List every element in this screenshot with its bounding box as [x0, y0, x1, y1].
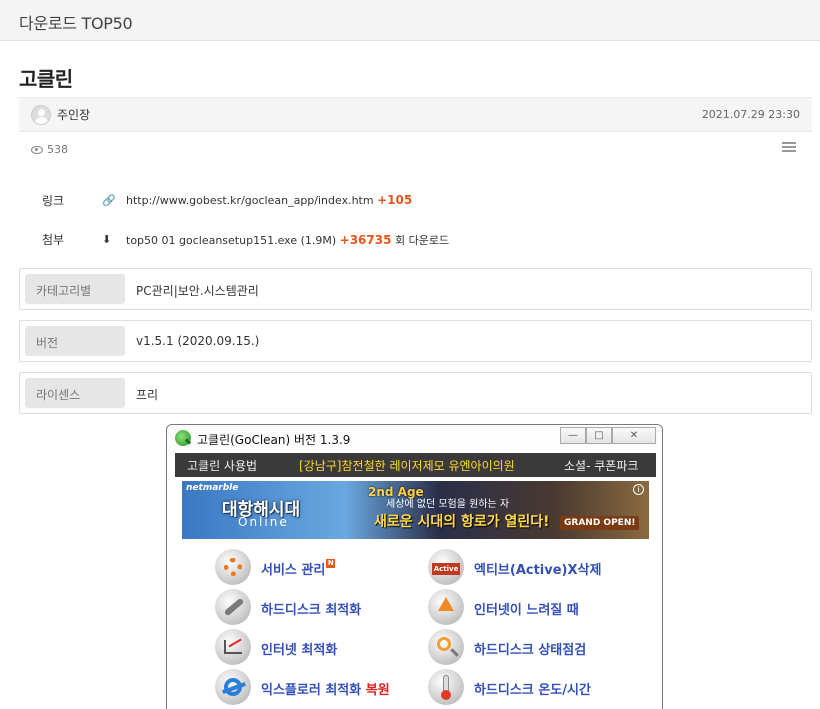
top-header: 다운로드 TOP50	[0, 0, 820, 41]
author-name[interactable]: 주인장	[57, 106, 90, 123]
feature-disk-check[interactable]: 하드디스크 상태점검	[428, 629, 648, 665]
app-menu-bar: 고클린 사용법 [강남구]참전철한 레이저제모 유엔아이의원 소셜- 쿠폰파크	[175, 453, 656, 477]
restore-link[interactable]: 복원	[366, 683, 390, 698]
upload-arrow-icon	[428, 589, 464, 625]
feature-label: 인터넷 최적화	[261, 643, 338, 658]
avatar[interactable]	[31, 105, 51, 125]
property-version: 버전 v1.5.1 (2020.09.15.)	[19, 320, 812, 362]
network-chart-icon	[215, 629, 251, 665]
feature-label: 하드디스크 최적화	[261, 603, 362, 618]
feature-activex-remove[interactable]: Active 엑티브(Active)X삭제	[428, 549, 648, 585]
property-value: 프리	[136, 388, 159, 402]
eye-icon	[31, 145, 43, 154]
page-title: 고클린	[19, 67, 73, 91]
feature-disk-optimize[interactable]: 하드디스크 최적화	[215, 589, 435, 625]
attachment-row: 첨부 ⬇ top50 01 gocleansetup151.exe (1.9M)…	[42, 229, 802, 249]
link-row: 링크 🔗 http://www.gobest.kr/goclean_app/in…	[42, 190, 802, 210]
banner-cta: GRAND OPEN!	[560, 516, 640, 530]
feature-label: 익스플로러 최적화	[261, 683, 362, 698]
feature-label: 하드디스크 온도/시간	[474, 683, 591, 698]
link-label: 링크	[42, 194, 65, 208]
property-license: 라이센스 프리	[19, 372, 812, 414]
feature-disk-temp[interactable]: 하드디스크 온도/시간	[428, 669, 648, 705]
feature-internet-optimize[interactable]: 인터넷 최적화	[215, 629, 435, 665]
ad-banner[interactable]: netmarble 대항해시대 Online 2nd Age 세상에 없던 모험…	[182, 481, 649, 539]
link-count: +105	[377, 193, 413, 207]
feature-service-manage[interactable]: 서비스 관리 N	[215, 549, 435, 585]
author-bar: 주인장 2021.07.29 23:30	[19, 97, 812, 132]
menu-social[interactable]: 소셜- 쿠폰파크	[564, 457, 638, 474]
feature-label: 하드디스크 상태점검	[474, 643, 587, 658]
activex-icon: Active	[428, 549, 464, 585]
header-title[interactable]: 다운로드 TOP50	[19, 10, 133, 34]
feature-label: 엑티브(Active)X삭제	[474, 563, 602, 578]
info-icon[interactable]: i	[633, 484, 644, 495]
thermometer-icon	[428, 669, 464, 705]
property-value: v1.5.1 (2020.09.15.)	[136, 334, 260, 348]
maximize-button[interactable]: □	[586, 427, 612, 444]
menu-usage[interactable]: 고클린 사용법	[187, 457, 257, 474]
property-category: 카테고리별 PC관리|보안.시스템관리	[19, 268, 812, 310]
property-key: 카테고리별	[25, 274, 125, 304]
feature-label: 인터넷이 느려질 때	[474, 603, 579, 618]
feature-ie-optimize[interactable]: 익스플로러 최적화 복원	[215, 669, 435, 705]
download-icon: ⬇	[102, 233, 112, 246]
wrench-icon	[215, 589, 251, 625]
list-icon[interactable]	[782, 142, 796, 154]
attachment-label: 첨부	[42, 233, 65, 247]
feature-label: 서비스 관리	[261, 563, 326, 578]
link-icon: 🔗	[102, 194, 116, 207]
attachment-count: +36735	[339, 233, 392, 247]
menu-ad[interactable]: [강남구]참전철한 레이저제모 유엔아이의원	[299, 457, 515, 474]
new-badge: N	[326, 559, 336, 568]
property-value: PC관리|보안.시스템관리	[136, 284, 259, 298]
banner-slogan-small: 세상에 없던 모험을 원하는 자	[386, 499, 510, 510]
app-screenshot-window: 고클린(GoClean) 버전 1.3.9 — □ ✕ 고클린 사용법 [강남구…	[166, 424, 663, 709]
banner-slogan-big: 새로운 시대의 항로가 열린다!	[374, 514, 550, 530]
attachment-suffix: 회 다운로드	[394, 234, 450, 247]
app-title: 고클린(GoClean) 버전 1.3.9	[197, 433, 351, 447]
feature-internet-slow[interactable]: 인터넷이 느려질 때	[428, 589, 648, 625]
minimize-button[interactable]: —	[560, 427, 586, 444]
link-url[interactable]: http://www.gobest.kr/goclean_app/index.h…	[126, 194, 374, 207]
goclean-logo-icon	[175, 430, 191, 446]
gear-icon	[215, 549, 251, 585]
magnifier-icon	[428, 629, 464, 665]
banner-brand: netmarble	[186, 483, 239, 493]
property-key: 버전	[25, 326, 125, 356]
app-titlebar: 고클린(GoClean) 버전 1.3.9 — □ ✕	[167, 425, 662, 452]
view-count-value: 538	[47, 143, 68, 156]
property-key: 라이센스	[25, 378, 125, 408]
attachment-filename[interactable]: top50 01 gocleansetup151.exe (1.9M)	[126, 234, 336, 247]
view-count: 538	[31, 143, 68, 156]
close-button[interactable]: ✕	[612, 427, 656, 444]
ie-icon	[215, 669, 251, 705]
post-date: 2021.07.29 23:30	[701, 108, 800, 121]
banner-game-sub: Online	[238, 515, 289, 529]
